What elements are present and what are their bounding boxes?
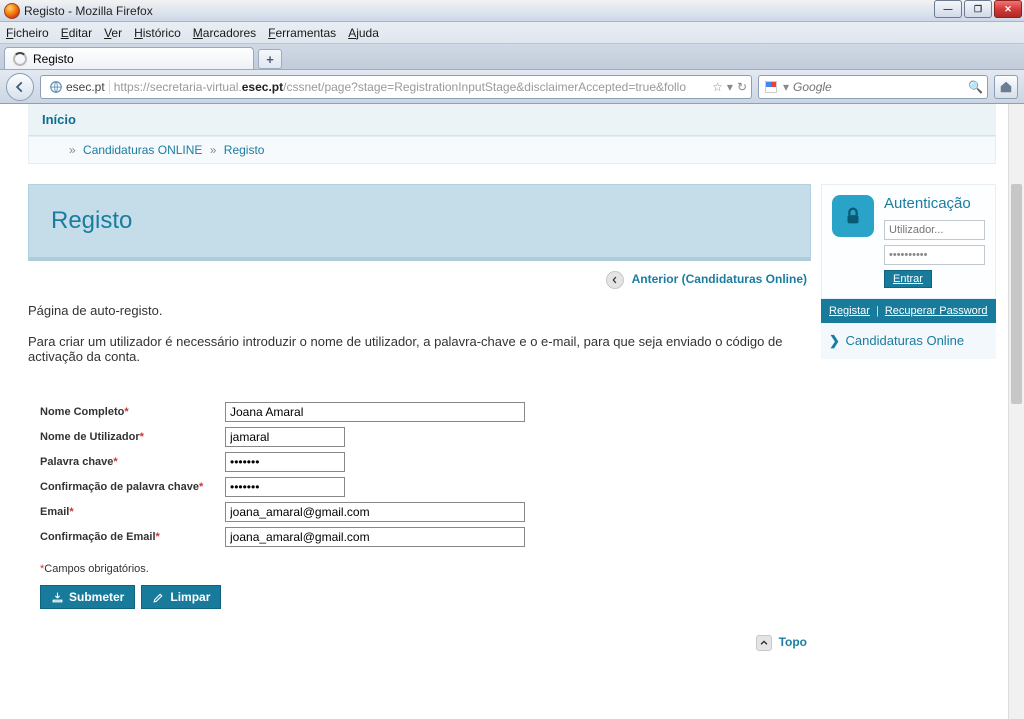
urlbar-dropdown-icon[interactable]: ▾	[727, 80, 733, 94]
input-confirma-email[interactable]	[225, 527, 525, 547]
search-bar[interactable]: ▾ 🔍	[758, 75, 988, 99]
label-palavra-chave: Palavra chave*	[40, 456, 225, 468]
menu-file[interactable]: Ficheiro	[6, 26, 49, 40]
input-palavra-chave[interactable]	[225, 452, 345, 472]
window-minimize-button[interactable]: —	[934, 0, 962, 18]
search-submit-icon[interactable]: 🔍	[968, 80, 983, 94]
limpar-button[interactable]: Limpar	[141, 585, 221, 609]
anterior-link[interactable]: Anterior (Candidaturas Online)	[632, 272, 807, 286]
label-nome-completo: Nome Completo*	[40, 406, 225, 418]
inicio-link[interactable]: Início	[42, 112, 76, 127]
menu-bookmarks[interactable]: Marcadores	[193, 26, 256, 40]
browser-tab[interactable]: Registo	[4, 47, 254, 69]
back-arrow-icon	[606, 271, 624, 289]
registration-form: Nome Completo* Nome de Utilizador* Palav…	[28, 394, 811, 617]
home-icon	[999, 80, 1013, 94]
intro-line-1: Página de auto-registo.	[28, 303, 811, 318]
candidaturas-panel: ❯ Candidaturas Online	[821, 323, 996, 359]
window-titlebar: Registo - Mozilla Firefox — ❐ ✕	[0, 0, 1024, 22]
page-title: Registo	[51, 207, 788, 235]
chevron-right-icon: »	[210, 143, 217, 157]
globe-icon	[49, 80, 63, 94]
window-close-button[interactable]: ✕	[994, 0, 1022, 18]
browser-navbar: esec.pt https://secretaria-virtual.esec.…	[0, 70, 1024, 104]
recuperar-password-link[interactable]: Recuperar Password	[885, 305, 988, 317]
site-identity[interactable]: esec.pt	[45, 80, 110, 94]
menu-history[interactable]: Histórico	[134, 26, 181, 40]
candidaturas-online-link[interactable]: Candidaturas Online	[846, 333, 965, 348]
search-dropdown-icon[interactable]: ▾	[783, 80, 789, 94]
page-viewport: Início » Candidaturas ONLINE » Registo R…	[0, 104, 1024, 719]
topo-link[interactable]: Topo	[779, 635, 807, 649]
tab-title: Registo	[33, 52, 74, 66]
reload-icon[interactable]: ↻	[737, 80, 747, 94]
window-title: Registo - Mozilla Firefox	[24, 4, 153, 18]
breadcrumb: » Candidaturas ONLINE » Registo	[28, 136, 996, 164]
input-confirma-chave[interactable]	[225, 477, 345, 497]
label-confirma-email: Confirmação de Email*	[40, 531, 225, 543]
entrar-button[interactable]: Entrar	[884, 270, 932, 288]
arrow-left-icon	[13, 80, 27, 94]
auth-links-bar: Registar | Recuperar Password	[821, 299, 996, 323]
site-identity-label: esec.pt	[66, 80, 105, 94]
separator: |	[876, 305, 879, 317]
vertical-scrollbar[interactable]	[1008, 104, 1024, 719]
intro-line-2: Para criar um utilizador é necessário in…	[28, 334, 811, 364]
loading-spinner-icon	[13, 52, 27, 66]
tab-strip: Registo +	[0, 44, 1024, 70]
input-nome-utilizador[interactable]	[225, 427, 345, 447]
menu-help[interactable]: Ajuda	[348, 26, 379, 40]
registar-link[interactable]: Registar	[829, 305, 870, 317]
search-input[interactable]	[793, 80, 964, 94]
download-icon	[51, 591, 64, 604]
submeter-button[interactable]: Submeter	[40, 585, 135, 609]
auth-box: Autenticação Entrar	[821, 184, 996, 299]
label-email: Email*	[40, 506, 225, 518]
limpar-label: Limpar	[170, 590, 210, 604]
label-confirma-chave: Confirmação de palavra chave*	[40, 481, 225, 493]
browser-menubar: Ficheiro Editar Ver Histórico Marcadores…	[0, 22, 1024, 44]
auth-title: Autenticação	[884, 195, 985, 212]
lock-badge	[832, 195, 874, 237]
bookmark-star-icon[interactable]: ☆	[712, 80, 723, 94]
intro-text: Página de auto-registo. Para criar um ut…	[28, 299, 811, 394]
google-icon	[763, 79, 779, 95]
scrollbar-thumb[interactable]	[1011, 184, 1022, 404]
required-note: *Campos obrigatórios.	[40, 563, 799, 575]
url-bar[interactable]: esec.pt https://secretaria-virtual.esec.…	[40, 75, 752, 99]
submeter-label: Submeter	[69, 590, 124, 604]
url-text: https://secretaria-virtual.esec.pt/cssne…	[114, 80, 708, 94]
breadcrumb-registo[interactable]: Registo	[224, 143, 265, 157]
auth-user-input[interactable]	[884, 220, 985, 240]
pencil-icon	[152, 591, 165, 604]
lock-icon	[842, 205, 864, 227]
label-nome-utilizador: Nome de Utilizador*	[40, 431, 225, 443]
top-nav-bar: Início	[28, 104, 996, 136]
input-email[interactable]	[225, 502, 525, 522]
page-header: Registo	[28, 184, 811, 261]
arrow-up-icon	[756, 635, 772, 651]
menu-edit[interactable]: Editar	[61, 26, 92, 40]
chevron-right-icon: ❯	[829, 333, 840, 348]
new-tab-button[interactable]: +	[258, 49, 282, 69]
menu-tools[interactable]: Ferramentas	[268, 26, 336, 40]
input-nome-completo[interactable]	[225, 402, 525, 422]
breadcrumb-candidaturas[interactable]: Candidaturas ONLINE	[83, 143, 202, 157]
auth-pass-input[interactable]	[884, 245, 985, 265]
menu-view[interactable]: Ver	[104, 26, 122, 40]
chevron-right-icon: »	[69, 143, 76, 157]
nav-back-button[interactable]	[6, 73, 34, 101]
firefox-icon	[4, 3, 20, 19]
home-button[interactable]	[994, 75, 1018, 99]
window-maximize-button[interactable]: ❐	[964, 0, 992, 18]
